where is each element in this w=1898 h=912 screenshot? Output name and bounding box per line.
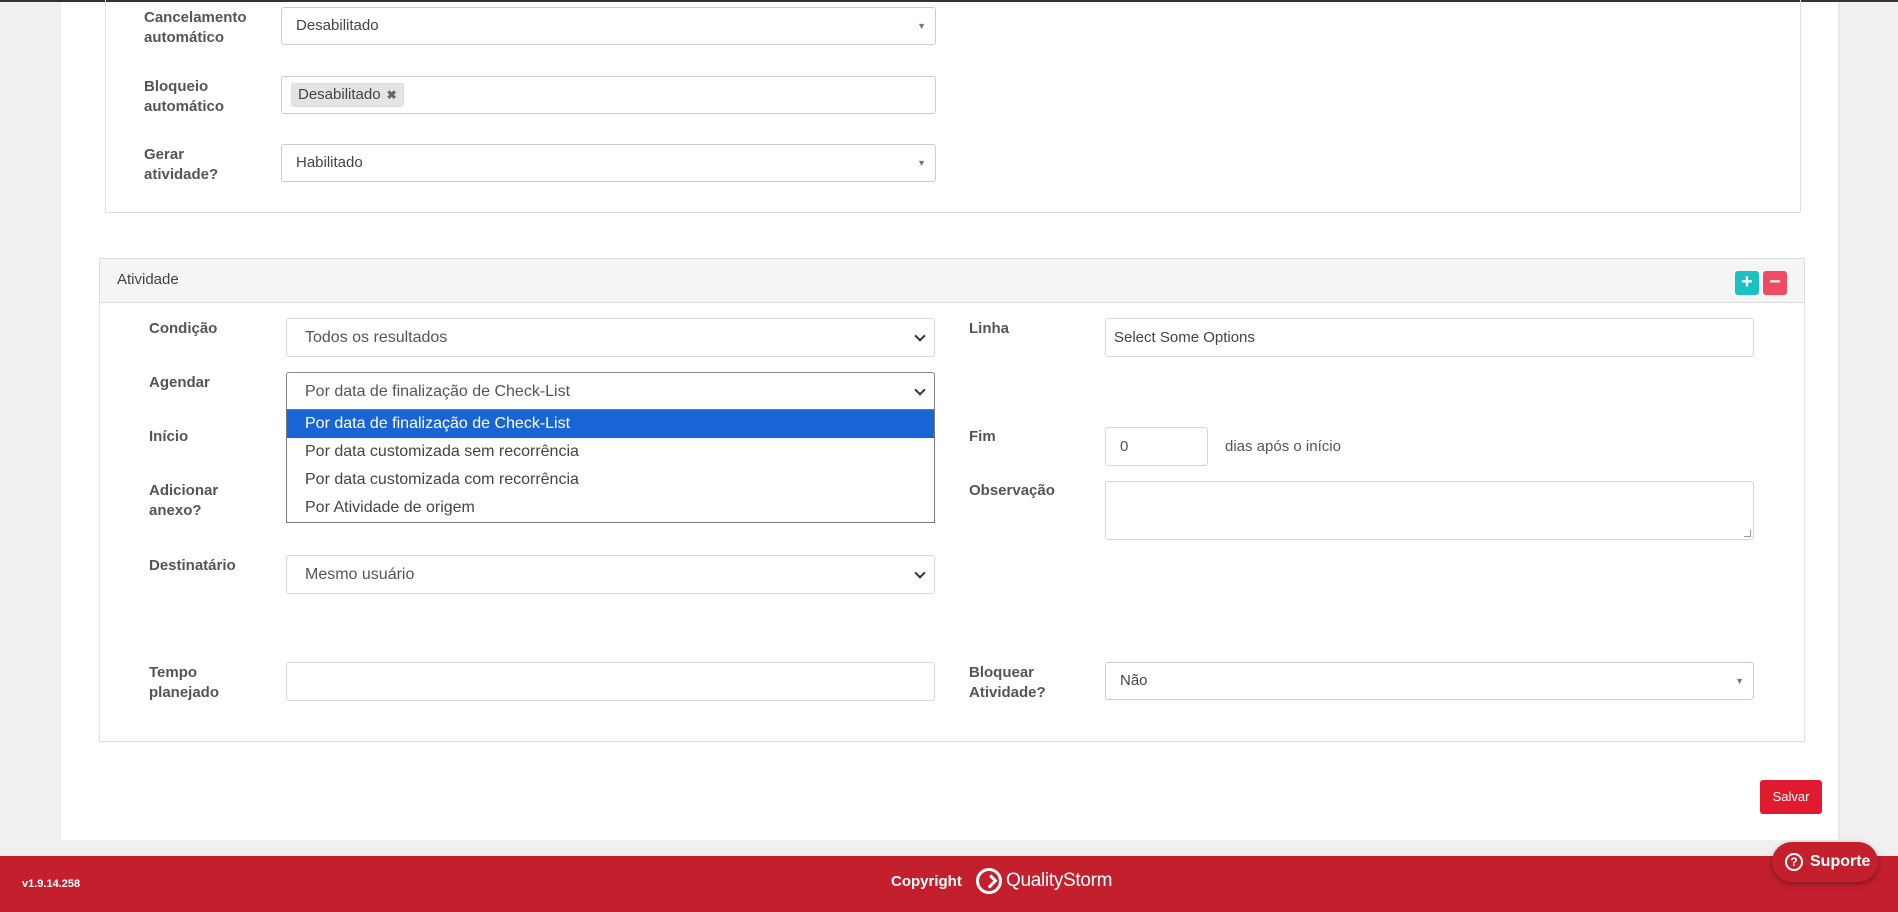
select-value: Não (1120, 672, 1148, 689)
label-line: Bloqueio (144, 78, 209, 95)
gerar-label: Gerar atividade? (144, 145, 218, 185)
tempo-label: Tempo planejado (149, 663, 219, 703)
linha-multiselect[interactable]: Select Some Options (1105, 318, 1754, 357)
label-line: automático (144, 29, 225, 46)
label-line: anexo? (149, 502, 202, 519)
agendar-label: Agendar (149, 374, 210, 391)
chevron-down-icon (914, 567, 926, 579)
agendar-option[interactable]: Por data de finalização de Check-List (287, 410, 934, 438)
inicio-label: Início (149, 428, 189, 445)
label-line: Cancelamento (144, 9, 247, 26)
agendar-select[interactable]: Por data de finalização de Check-List (286, 372, 935, 411)
destinatario-select[interactable]: Mesmo usuário (286, 555, 935, 594)
tempo-input[interactable] (286, 662, 935, 701)
copyright-label: Copyright (891, 873, 962, 890)
agendar-options-list: Por data de finalização de Check-List Po… (286, 409, 935, 523)
select-value: Por data de finalização de Check-List (305, 383, 571, 400)
select-value: Mesmo usuário (305, 566, 415, 583)
save-button[interactable]: Salvar (1760, 780, 1822, 814)
label-line: atividade? (144, 166, 219, 183)
gerar-select[interactable]: Habilitado ▼ (281, 144, 936, 182)
label-line: Gerar (144, 146, 185, 163)
bloqueio-label: Bloqueio automático (144, 77, 224, 117)
dropdown-arrow-icon: ▼ (917, 21, 926, 31)
tag-label: Desabilitado (298, 86, 381, 103)
label-line: Adicionar (149, 482, 219, 499)
qualitystorm-logo-icon (976, 868, 1002, 894)
anexo-label: Adicionar anexo? (149, 481, 218, 521)
condicao-label: Condição (149, 320, 218, 337)
cancelamento-label: Cancelamento automático (144, 8, 247, 48)
agendar-option[interactable]: Por Atividade de origem (287, 494, 934, 522)
observacao-label: Observação (969, 482, 1055, 499)
panel-header: Atividade + − (100, 259, 1804, 303)
bloqueio-multiselect[interactable]: Desabilitado ✖ (281, 76, 936, 114)
brand-logo-text: QualityStorm (1006, 870, 1113, 891)
resize-grip-icon[interactable] (1744, 530, 1751, 537)
destinatario-label: Destinatário (149, 557, 236, 574)
version-label: v1.9.14.258 (22, 878, 81, 890)
support-button[interactable]: ? Suporte (1772, 842, 1878, 882)
selected-tag: Desabilitado ✖ (291, 83, 404, 107)
select-value: Desabilitado (296, 17, 379, 34)
fim-suffix: dias após o início (1225, 438, 1341, 455)
remove-button[interactable]: − (1763, 271, 1787, 295)
footer: v1.9.14.258 Copyright QualityStorm (0, 856, 1898, 912)
observacao-textarea[interactable] (1105, 481, 1754, 540)
support-label: Suporte (1810, 853, 1871, 870)
add-button[interactable]: + (1735, 271, 1759, 295)
content-edge (1838, 2, 1840, 840)
chevron-down-icon (914, 384, 926, 396)
select-value: Habilitado (296, 154, 363, 171)
label-line: Atividade? (969, 684, 1046, 701)
agendar-option[interactable]: Por data customizada sem recorrência (287, 438, 934, 466)
label-line: automático (144, 98, 225, 115)
cancelamento-select[interactable]: Desabilitado ▼ (281, 7, 936, 45)
label-line: planejado (149, 684, 220, 701)
chevron-down-icon (914, 330, 926, 342)
condicao-select[interactable]: Todos os resultados (286, 318, 935, 357)
select-value: Todos os resultados (305, 329, 448, 346)
fim-label: Fim (969, 428, 996, 445)
dropdown-arrow-icon: ▼ (1735, 676, 1744, 686)
label-line: Bloquear (969, 664, 1035, 681)
bloquear-select[interactable]: Não ▼ (1105, 662, 1754, 700)
linha-label: Linha (969, 320, 1009, 337)
tag-remove-icon[interactable]: ✖ (387, 88, 397, 102)
agendar-option[interactable]: Por data customizada com recorrência (287, 466, 934, 494)
help-icon: ? (1785, 853, 1803, 871)
fim-days-input[interactable]: 0 (1105, 427, 1208, 466)
label-line: Tempo (149, 664, 198, 681)
bloquear-label: Bloquear Atividade? (969, 663, 1046, 703)
dropdown-arrow-icon: ▼ (917, 158, 926, 168)
panel-title: Atividade (117, 271, 179, 288)
